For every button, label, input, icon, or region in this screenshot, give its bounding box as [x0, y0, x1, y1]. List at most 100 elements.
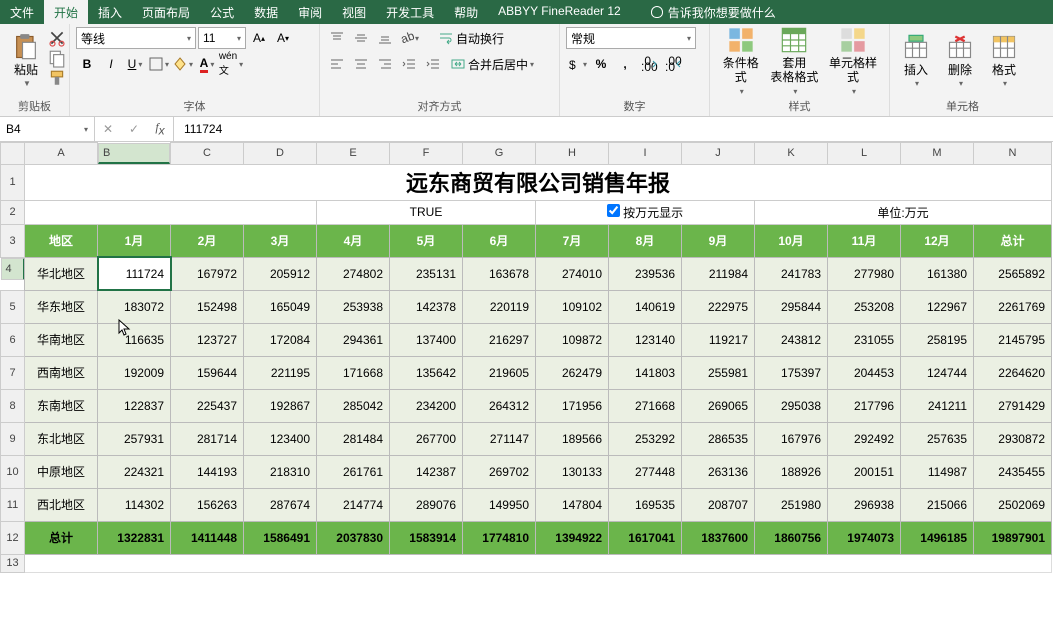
row-header[interactable]: 7 — [1, 356, 25, 389]
formula-input[interactable]: 111724 — [174, 117, 1053, 141]
data-cell[interactable]: 261761 — [317, 455, 390, 488]
data-cell[interactable]: 214774 — [317, 488, 390, 521]
col-header[interactable]: J — [682, 143, 755, 165]
data-cell[interactable]: 255981 — [682, 356, 755, 389]
data-cell[interactable]: 188926 — [755, 455, 828, 488]
region-cell[interactable]: 华北地区 — [25, 257, 98, 290]
total-cell[interactable]: 1322831 — [98, 521, 171, 554]
increase-decimal-icon[interactable]: .0.00 — [638, 53, 660, 75]
data-cell[interactable]: 200151 — [828, 455, 901, 488]
align-left-icon[interactable] — [326, 53, 348, 75]
region-cell[interactable]: 华南地区 — [25, 323, 98, 356]
wrap-text-button[interactable]: 自动换行 — [434, 27, 509, 49]
tab-home[interactable]: 开始 — [44, 0, 88, 24]
indent-decrease-icon[interactable] — [398, 53, 420, 75]
col-header[interactable]: H — [536, 143, 609, 165]
data-cell[interactable]: 253292 — [609, 422, 682, 455]
row-header[interactable]: 6 — [1, 323, 25, 356]
tab-formulas[interactable]: 公式 — [200, 0, 244, 24]
increase-font-icon[interactable]: A▴ — [248, 27, 270, 49]
data-cell[interactable]: 271668 — [609, 389, 682, 422]
data-cell[interactable]: 216297 — [463, 323, 536, 356]
cancel-formula-icon[interactable]: ✕ — [95, 122, 121, 136]
data-cell[interactable]: 123400 — [244, 422, 317, 455]
data-cell[interactable]: 274802 — [317, 257, 390, 290]
data-cell[interactable]: 119217 — [682, 323, 755, 356]
data-cell[interactable]: 135642 — [390, 356, 463, 389]
format-cells-button[interactable]: 格式▾ — [984, 27, 1024, 95]
data-cell[interactable]: 152498 — [171, 290, 244, 323]
data-cell[interactable]: 111724 — [98, 257, 171, 290]
data-cell[interactable]: 257635 — [901, 422, 974, 455]
data-cell[interactable]: 161380 — [901, 257, 974, 290]
col-header[interactable]: A — [25, 143, 98, 165]
underline-button[interactable]: U▾ — [124, 53, 146, 75]
align-top-icon[interactable] — [326, 27, 348, 49]
data-cell[interactable]: 123727 — [171, 323, 244, 356]
data-cell[interactable]: 277980 — [828, 257, 901, 290]
region-cell[interactable]: 东北地区 — [25, 422, 98, 455]
total-cell[interactable]: 1860756 — [755, 521, 828, 554]
row-header[interactable]: 4 — [1, 258, 25, 280]
data-cell[interactable]: 159644 — [171, 356, 244, 389]
data-cell[interactable]: 217796 — [828, 389, 901, 422]
col-header[interactable]: F — [390, 143, 463, 165]
data-cell[interactable]: 208707 — [682, 488, 755, 521]
data-cell[interactable]: 221195 — [244, 356, 317, 389]
data-cell[interactable]: 281714 — [171, 422, 244, 455]
row-header[interactable]: 8 — [1, 389, 25, 422]
table-format-button[interactable]: 套用 表格格式▾ — [770, 27, 820, 95]
data-cell[interactable]: 211984 — [682, 257, 755, 290]
total-cell[interactable]: 总计 — [25, 521, 98, 554]
data-cell[interactable]: 169535 — [609, 488, 682, 521]
data-cell[interactable]: 243812 — [755, 323, 828, 356]
italic-button[interactable]: I — [100, 53, 122, 75]
data-cell[interactable]: 122967 — [901, 290, 974, 323]
data-cell[interactable]: 137400 — [390, 323, 463, 356]
data-cell[interactable]: 258195 — [901, 323, 974, 356]
orientation-icon[interactable]: ab▾ — [398, 27, 420, 49]
cond-format-button[interactable]: 条件格式▾ — [716, 27, 766, 95]
data-cell[interactable]: 156263 — [171, 488, 244, 521]
data-cell[interactable]: 2435455 — [974, 455, 1052, 488]
data-cell[interactable]: 2261769 — [974, 290, 1052, 323]
percent-icon[interactable]: % — [590, 53, 612, 75]
data-cell[interactable]: 286535 — [682, 422, 755, 455]
data-cell[interactable]: 264312 — [463, 389, 536, 422]
data-cell[interactable]: 231055 — [828, 323, 901, 356]
column-headers[interactable]: ABCDEFGHIJKLMN — [1, 143, 1052, 165]
copy-icon[interactable] — [48, 49, 66, 67]
data-cell[interactable]: 171668 — [317, 356, 390, 389]
data-cell[interactable]: 2565892 — [974, 257, 1052, 290]
col-header[interactable]: M — [901, 143, 974, 165]
data-cell[interactable]: 171956 — [536, 389, 609, 422]
data-cell[interactable]: 167976 — [755, 422, 828, 455]
decrease-decimal-icon[interactable]: .00.0 — [662, 53, 684, 75]
decrease-font-icon[interactable]: A▾ — [272, 27, 294, 49]
data-cell[interactable]: 235131 — [390, 257, 463, 290]
region-cell[interactable]: 华东地区 — [25, 290, 98, 323]
row-header[interactable]: 1 — [1, 164, 25, 200]
data-cell[interactable]: 269702 — [463, 455, 536, 488]
data-cell[interactable]: 277448 — [609, 455, 682, 488]
data-cell[interactable]: 296938 — [828, 488, 901, 521]
row-header[interactable]: 13 — [1, 554, 25, 572]
row-header[interactable]: 2 — [1, 200, 25, 224]
data-cell[interactable]: 225437 — [171, 389, 244, 422]
data-cell[interactable]: 220119 — [463, 290, 536, 323]
data-cell[interactable]: 192867 — [244, 389, 317, 422]
data-cell[interactable]: 281484 — [317, 422, 390, 455]
worksheet-grid[interactable]: ABCDEFGHIJKLMN 1远东商贸有限公司销售年报 2 TRUE 按万元显… — [0, 142, 1052, 573]
total-cell[interactable]: 1411448 — [171, 521, 244, 554]
col-header[interactable]: K — [755, 143, 828, 165]
currency-icon[interactable]: $▾ — [566, 53, 588, 75]
data-cell[interactable]: 253938 — [317, 290, 390, 323]
data-cell[interactable]: 141803 — [609, 356, 682, 389]
data-cell[interactable]: 2791429 — [974, 389, 1052, 422]
total-cell[interactable]: 19897901 — [974, 521, 1052, 554]
data-cell[interactable]: 218310 — [244, 455, 317, 488]
row-header[interactable]: 9 — [1, 422, 25, 455]
data-cell[interactable]: 271147 — [463, 422, 536, 455]
region-cell[interactable]: 东南地区 — [25, 389, 98, 422]
col-header[interactable]: N — [974, 143, 1052, 165]
